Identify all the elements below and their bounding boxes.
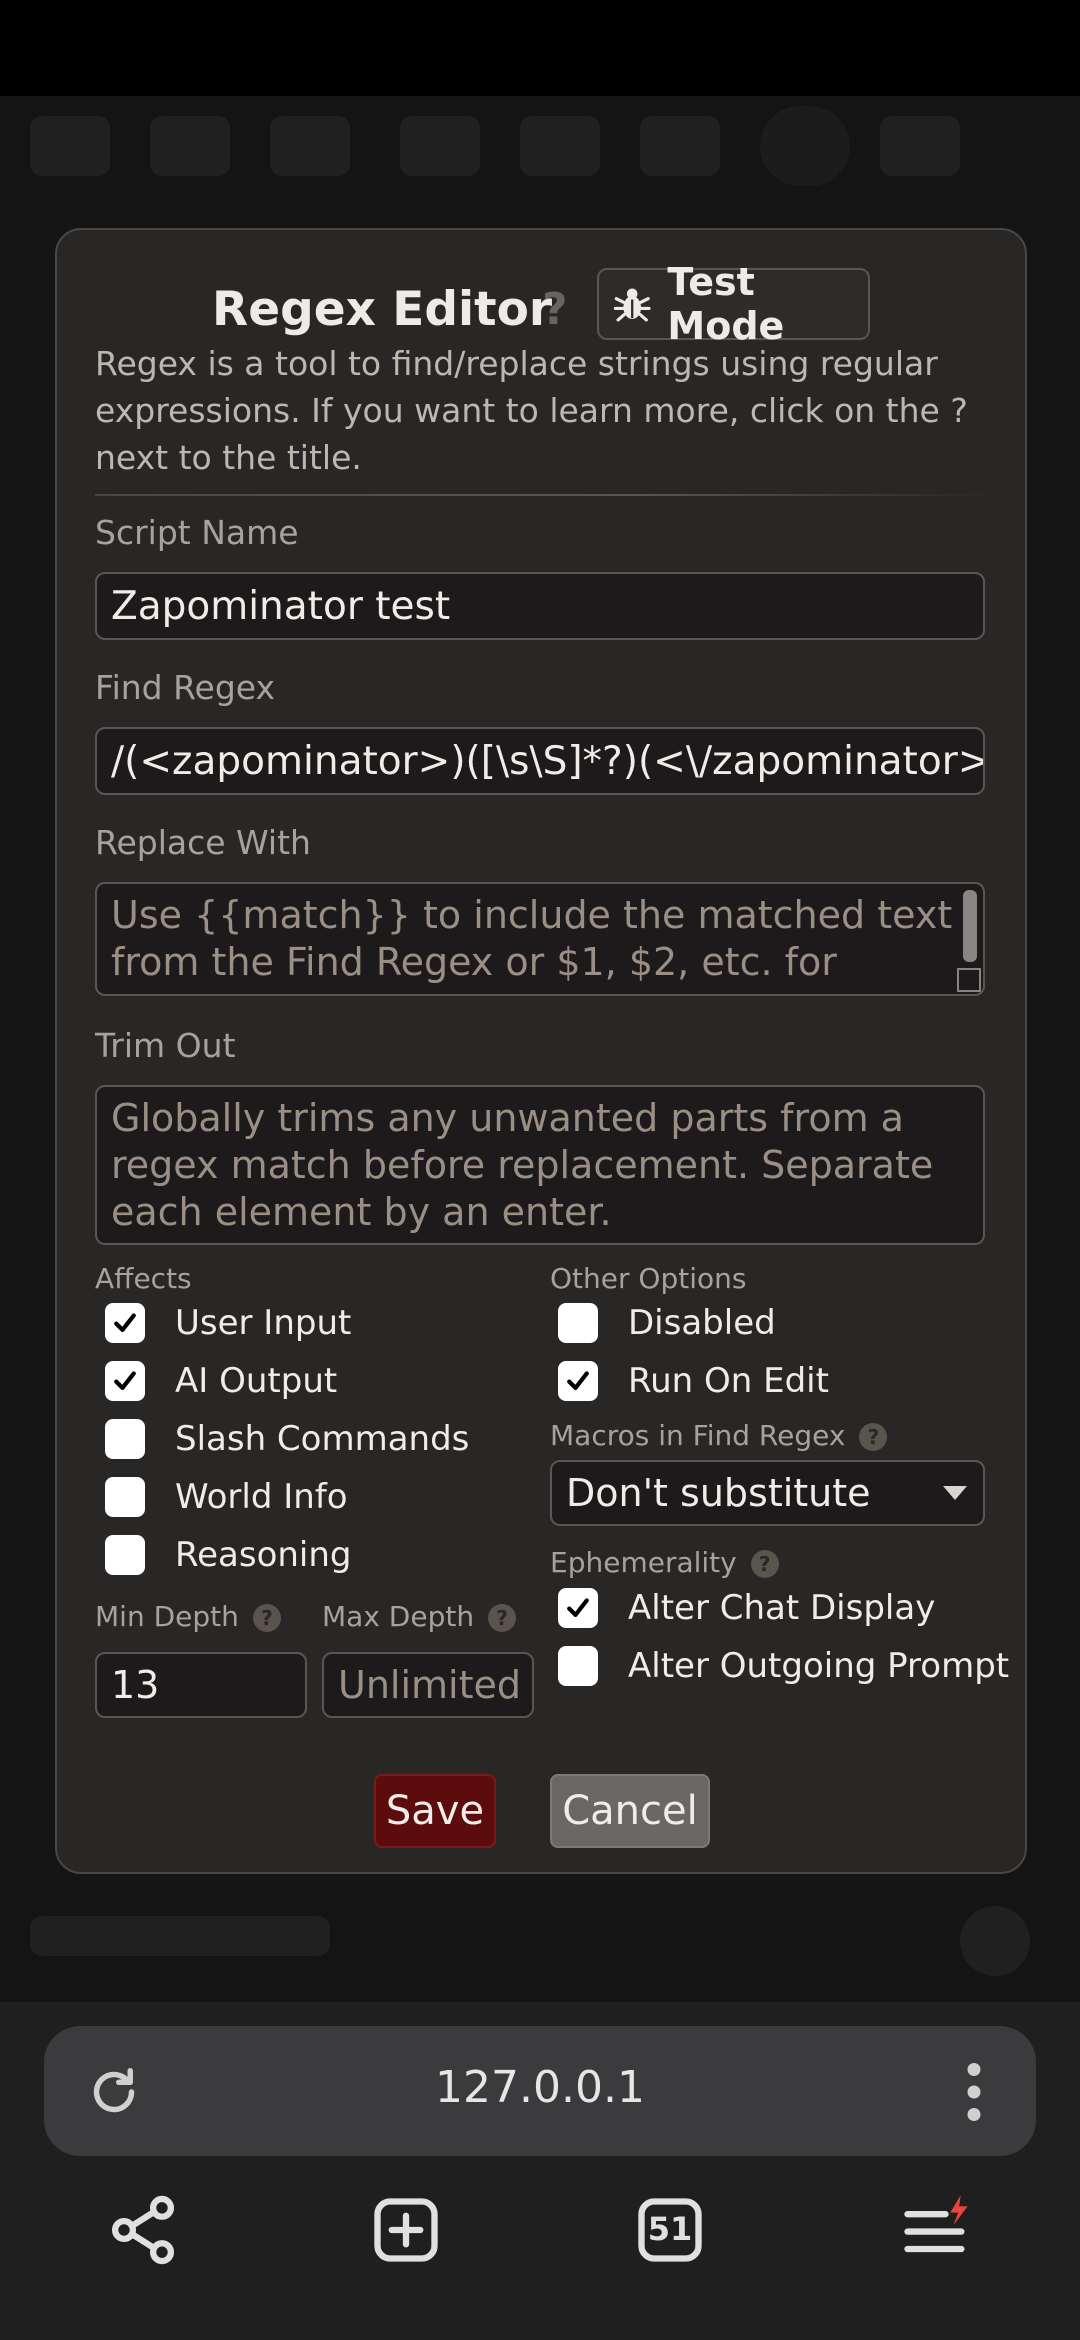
trim-out-placeholder: Globally trims any unwanted parts from a…: [111, 1096, 934, 1234]
find-regex-label: Find Regex: [95, 668, 276, 707]
checkbox-label: Run On Edit: [628, 1361, 829, 1401]
max-depth-label: Max Depth?: [322, 1600, 517, 1633]
checkbox-world-info[interactable]: [105, 1477, 145, 1517]
ephemerality-heading-text: Ephemerality: [550, 1546, 737, 1579]
option-user-input[interactable]: User Input: [105, 1298, 351, 1348]
option-slash-commands[interactable]: Slash Commands: [105, 1414, 469, 1464]
divider: [95, 494, 995, 496]
macros-label-text: Macros in Find Regex: [550, 1419, 846, 1452]
other-options-heading: Other Options: [550, 1262, 747, 1295]
checkbox-label: AI Output: [175, 1361, 338, 1401]
checkmark-icon: [114, 1371, 136, 1390]
checkbox-label: Alter Chat Display: [628, 1588, 936, 1628]
trim-out-label: Trim Out: [95, 1026, 236, 1065]
dialog-description: Regex is a tool to find/replace strings …: [95, 344, 968, 477]
checkbox-slash-commands[interactable]: [105, 1419, 145, 1459]
checkbox-label: Disabled: [628, 1303, 776, 1343]
dialog-header: Regex Editor ? Test Mode: [57, 254, 1029, 354]
max-depth-label-text: Max Depth: [322, 1600, 475, 1633]
replace-with-placeholder: Use {{match}} to include the matched tex…: [111, 893, 953, 984]
option-reasoning[interactable]: Reasoning: [105, 1530, 352, 1580]
min-depth-label-text: Min Depth: [95, 1600, 239, 1633]
macros-select[interactable]: Don't substitute: [550, 1460, 985, 1526]
address-bar[interactable]: 127.0.0.1: [44, 2026, 1036, 2156]
checkbox-disabled[interactable]: [558, 1303, 598, 1343]
ephemerality-heading: Ephemerality?: [550, 1546, 779, 1579]
test-mode-label: Test Mode: [667, 260, 785, 348]
chevron-down-icon: [943, 1486, 967, 1500]
regex-editor-dialog: Regex Editor ? Test Mode Regex is a tool…: [55, 228, 1027, 1874]
textarea-resize-handle[interactable]: [957, 968, 981, 992]
more-vertical-icon[interactable]: [959, 2062, 989, 2122]
save-button[interactable]: Save: [374, 1774, 496, 1848]
checkbox-label: Alter Outgoing Prompt: [628, 1646, 1010, 1686]
textarea-scrollbar[interactable]: [963, 890, 977, 962]
dialog-title: Regex Editor: [212, 282, 553, 337]
bug-icon: [613, 288, 651, 322]
script-name-input[interactable]: Zapominator test: [95, 572, 985, 640]
checkbox-label: Slash Commands: [175, 1419, 470, 1459]
checkbox-alter-chat-display[interactable]: [558, 1588, 598, 1628]
checkbox-label: World Info: [175, 1477, 348, 1517]
help-icon[interactable]: ?: [542, 284, 568, 335]
trim-out-textarea[interactable]: Globally trims any unwanted parts from a…: [95, 1085, 985, 1245]
script-name-label: Script Name: [95, 513, 299, 552]
checkbox-user-input[interactable]: [105, 1303, 145, 1343]
checkmark-icon: [567, 1371, 589, 1390]
macros-help-icon[interactable]: ?: [859, 1423, 888, 1451]
replace-with-label: Replace With: [95, 823, 311, 862]
checkmark-icon: [567, 1598, 589, 1617]
test-mode-button[interactable]: Test Mode: [597, 260, 870, 348]
option-disabled[interactable]: Disabled: [558, 1298, 776, 1348]
option-world-info[interactable]: World Info: [105, 1472, 348, 1522]
checkbox-alter-outgoing-prompt[interactable]: [558, 1646, 598, 1686]
affects-heading: Affects: [95, 1262, 192, 1295]
macros-label: Macros in Find Regex?: [550, 1419, 888, 1452]
min-depth-label: Min Depth?: [95, 1600, 281, 1633]
checkbox-run-on-edit[interactable]: [558, 1361, 598, 1401]
checkbox-reasoning[interactable]: [105, 1535, 145, 1575]
cancel-button[interactable]: Cancel: [550, 1774, 710, 1848]
find-regex-input[interactable]: /(<zapominator>)([\s\S]*?)(<\/zapominato…: [95, 727, 985, 795]
checkbox-label: User Input: [175, 1303, 352, 1343]
macros-selected-value: Don't substitute: [566, 1471, 871, 1515]
option-alter-chat-display[interactable]: Alter Chat Display: [558, 1583, 935, 1633]
checkmark-icon: [114, 1313, 136, 1332]
share-icon[interactable]: [105, 2192, 181, 2268]
new-tab-icon[interactable]: [368, 2192, 444, 2268]
url-text: 127.0.0.1: [435, 2062, 645, 2113]
option-alter-outgoing-prompt[interactable]: Alter Outgoing Prompt: [558, 1641, 1009, 1691]
option-run-on-edit[interactable]: Run On Edit: [558, 1356, 829, 1406]
checkbox-label: Reasoning: [175, 1535, 352, 1575]
browser-toolbar: 127.0.0.1 51: [0, 2002, 1080, 2340]
min-depth-input[interactable]: 13: [95, 1652, 307, 1718]
tab-switcher-button[interactable]: 51: [632, 2192, 708, 2268]
checkbox-ai-output[interactable]: [105, 1361, 145, 1401]
menu-with-badge-icon[interactable]: [898, 2192, 974, 2268]
status-bar: [0, 0, 1080, 96]
option-ai-output[interactable]: AI Output: [105, 1356, 337, 1406]
max-depth-help-icon[interactable]: ?: [488, 1604, 517, 1632]
tab-count: 51: [647, 2210, 693, 2248]
ephemerality-help-icon[interactable]: ?: [750, 1550, 779, 1578]
min-depth-help-icon[interactable]: ?: [252, 1604, 281, 1632]
max-depth-input[interactable]: Unlimited: [322, 1652, 534, 1718]
replace-with-textarea[interactable]: Use {{match}} to include the matched tex…: [95, 882, 985, 996]
